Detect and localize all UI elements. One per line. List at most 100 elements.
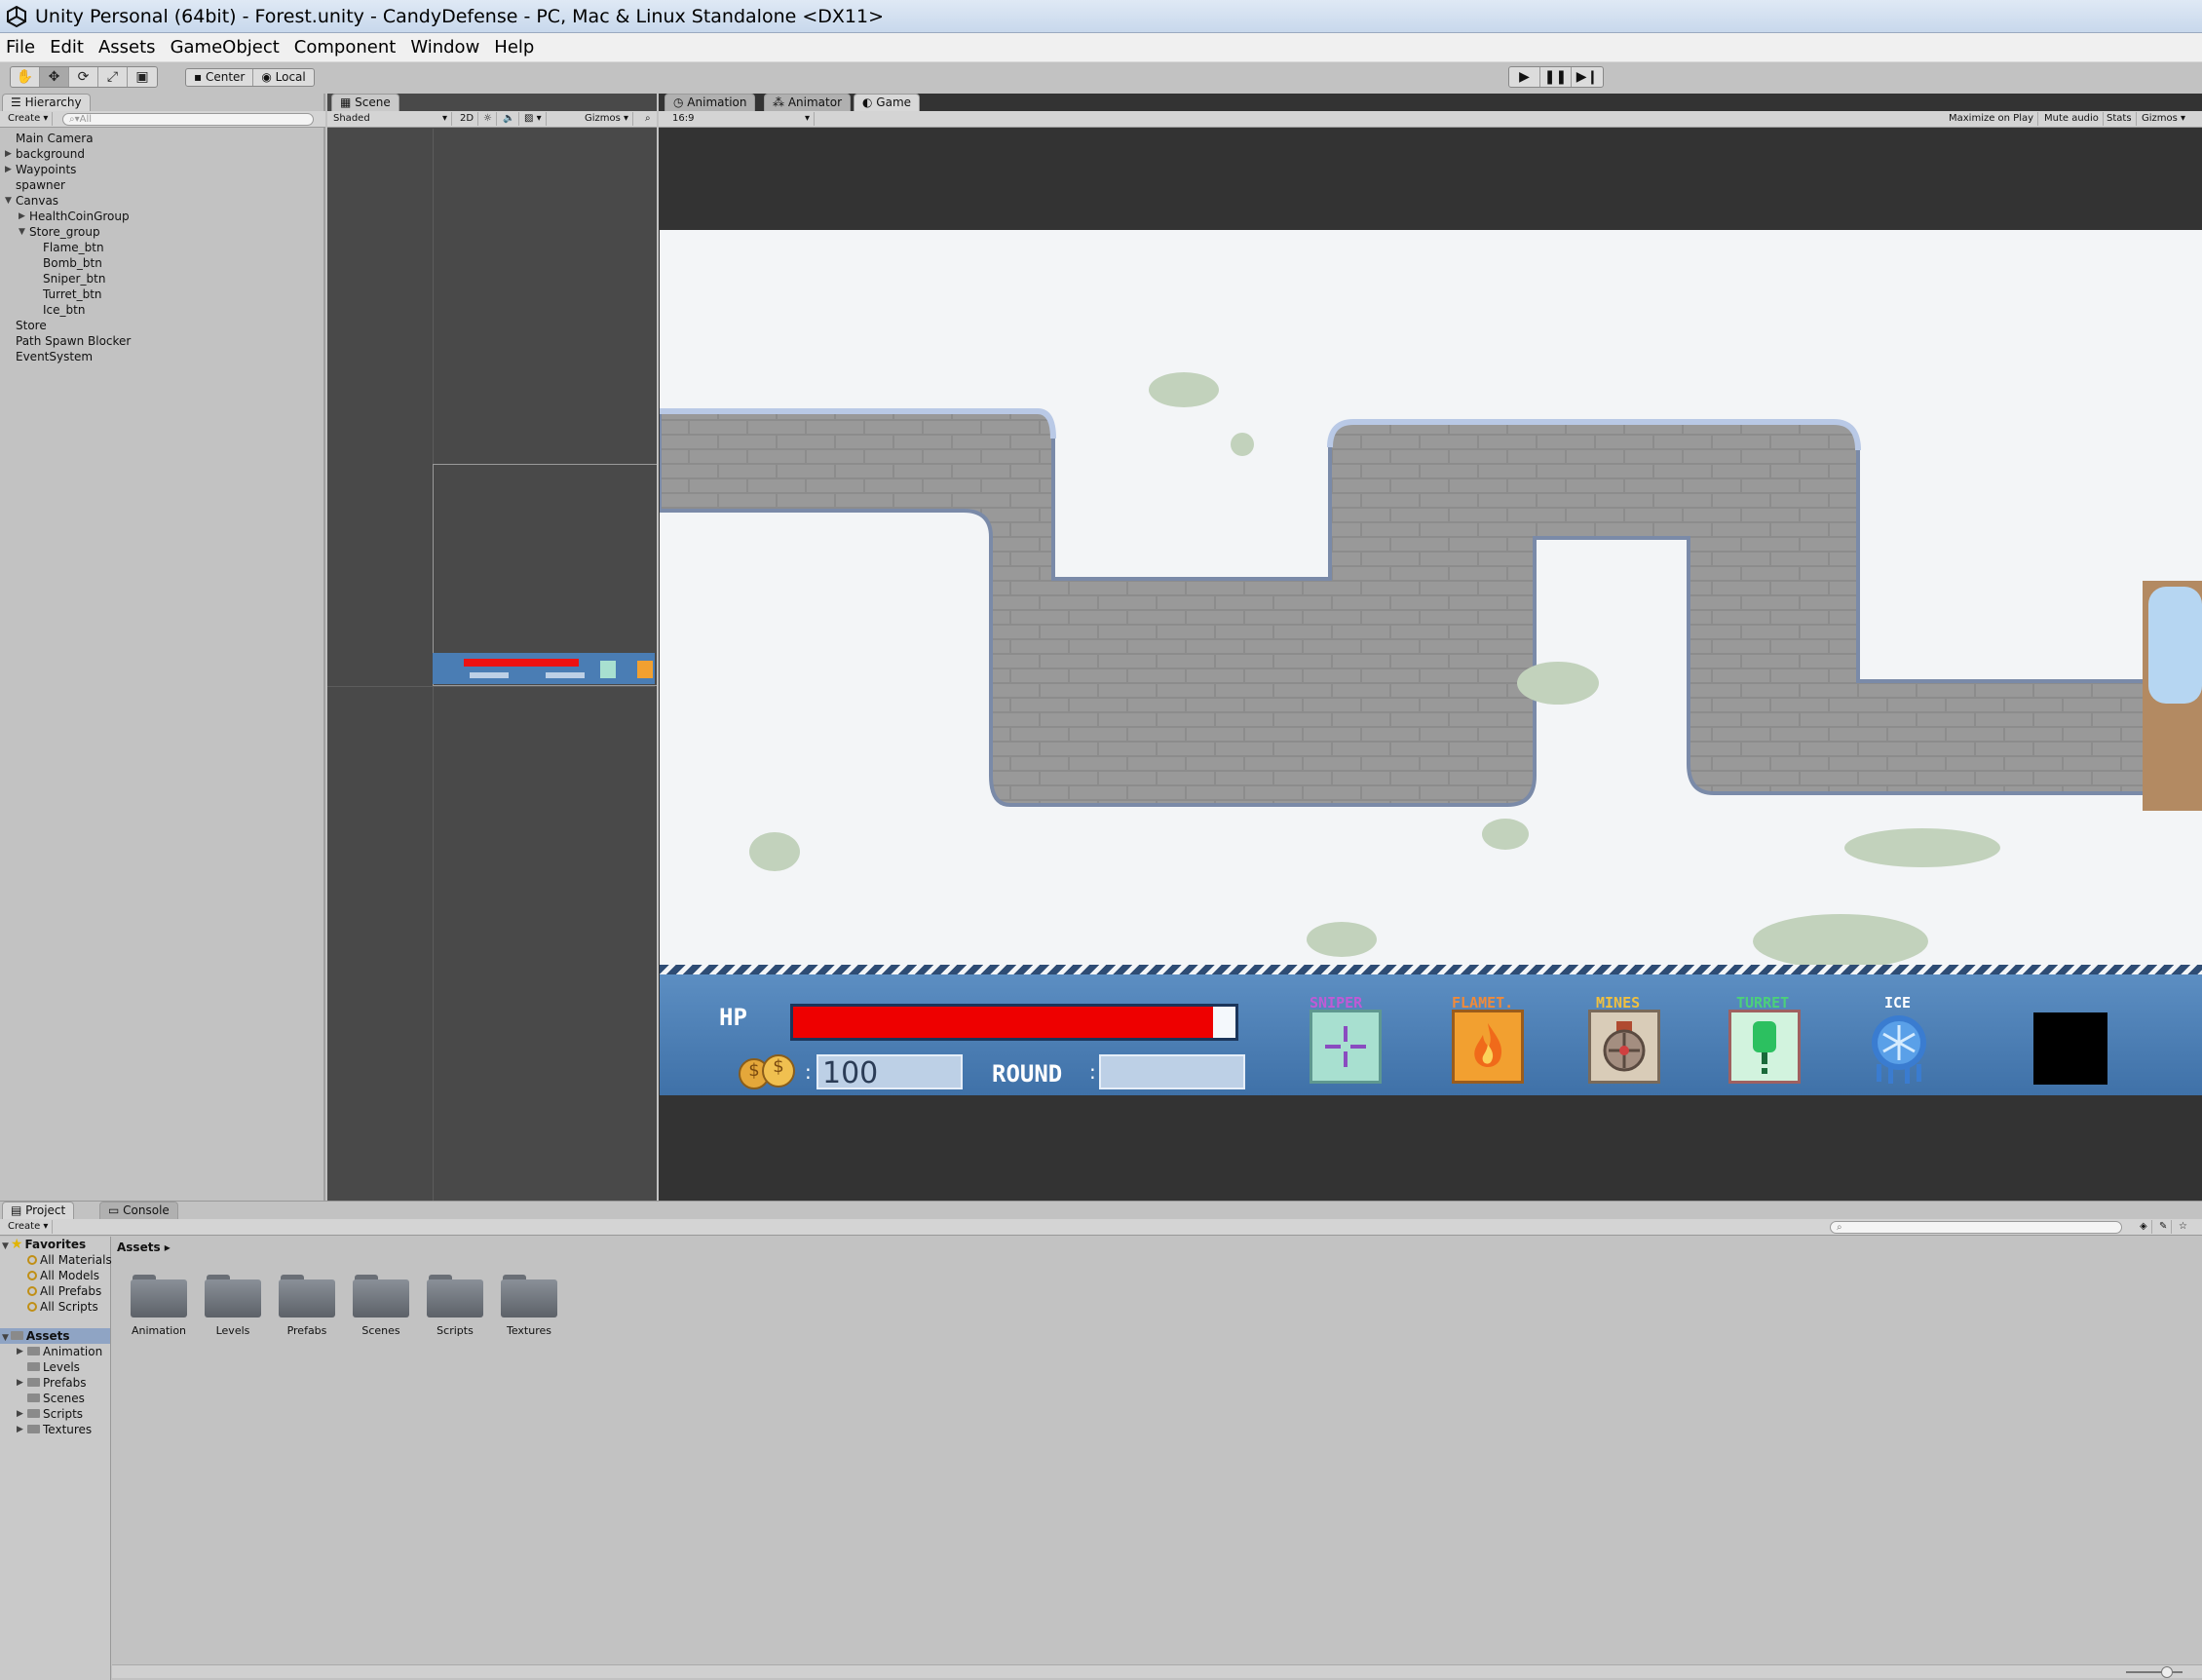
asset-folder-tile[interactable]: Levels — [204, 1275, 262, 1337]
mute-audio-button[interactable]: Mute audio — [2040, 112, 2104, 126]
folder-icon — [27, 1378, 40, 1387]
tab-animation[interactable]: ◷ Animation — [664, 94, 756, 111]
scene-canvas[interactable] — [327, 129, 657, 1201]
scene-gizmos-dropdown[interactable]: Gizmos ▾ — [581, 112, 634, 126]
asset-folder-tile[interactable]: Animation — [130, 1275, 188, 1337]
expand-right-icon[interactable]: ▶ — [5, 146, 12, 162]
tab-game[interactable]: ◐ Game — [854, 94, 921, 111]
menu-gameobject[interactable]: GameObject — [171, 37, 280, 57]
hierarchy-item[interactable]: ▶ Waypoints — [0, 162, 325, 177]
hierarchy-item[interactable]: ▶ background — [0, 146, 325, 162]
hierarchy-item[interactable]: Path Spawn Blocker — [0, 333, 325, 349]
zoom-slider[interactable] — [2126, 1671, 2183, 1673]
play-icon[interactable]: ▶ — [1509, 67, 1540, 87]
shading-mode-dropdown[interactable]: Shaded ▾ — [329, 112, 452, 126]
mines-shop-button[interactable] — [1588, 1010, 1660, 1084]
menu-component[interactable]: Component — [294, 37, 397, 57]
expand-right-icon[interactable]: ▶ — [5, 162, 12, 177]
asset-folder-tile[interactable]: Prefabs — [278, 1275, 336, 1337]
hierarchy-item[interactable]: Bomb_btn — [0, 255, 325, 271]
hierarchy-item[interactable]: EventSystem — [0, 349, 325, 364]
hierarchy-item[interactable]: Flame_btn — [0, 240, 325, 255]
tab-project[interactable]: ▤ Project — [2, 1202, 75, 1219]
favorites-header[interactable]: ▼ ★ Favorites — [0, 1237, 110, 1252]
hierarchy-item[interactable]: Turret_btn — [0, 286, 325, 302]
expand-down-icon[interactable]: ▼ — [19, 224, 25, 240]
asset-tree-item[interactable]: ▶ Scripts — [0, 1406, 110, 1422]
pivot-local-button[interactable]: ◉ Local — [253, 69, 313, 86]
menu-help[interactable]: Help — [494, 37, 534, 57]
menu-window[interactable]: Window — [410, 37, 479, 57]
favorite-item[interactable]: All Models — [0, 1268, 110, 1283]
filter-type-icon[interactable]: ◈ — [2136, 1220, 2152, 1234]
hierarchy-create-button[interactable]: Create ▾ — [4, 112, 54, 126]
expand-right-icon[interactable]: ▶ — [19, 209, 25, 224]
game-gizmos-dropdown[interactable]: Gizmos ▾ — [2138, 112, 2189, 126]
sniper-shop-button[interactable] — [1310, 1010, 1382, 1084]
flamet-shop-button[interactable] — [1452, 1010, 1524, 1084]
project-search-input[interactable]: ⌕ — [1830, 1221, 2122, 1234]
hierarchy-item[interactable]: ▼ Canvas — [0, 193, 325, 209]
assets-root[interactable]: ▼ Assets — [0, 1328, 110, 1344]
stats-button[interactable]: Stats — [2103, 112, 2137, 126]
toggle-2d-button[interactable]: 2D — [456, 112, 479, 126]
scene-search-icon[interactable]: ⌕ — [641, 112, 655, 126]
menu-file[interactable]: File — [6, 37, 35, 57]
expand-down-icon[interactable]: ▼ — [5, 193, 12, 209]
brick-path — [660, 409, 2202, 807]
move-tool-icon[interactable]: ✥ — [40, 67, 69, 87]
hierarchy-item[interactable]: Sniper_btn — [0, 271, 325, 286]
menu-assets[interactable]: Assets — [98, 37, 156, 57]
asset-tree-item[interactable]: ▶ Textures — [0, 1422, 110, 1437]
expand-right-icon[interactable]: ▶ — [17, 1406, 23, 1422]
project-create-button[interactable]: Create ▾ — [4, 1220, 54, 1234]
hierarchy-item[interactable]: spawner — [0, 177, 325, 193]
zoom-slider-thumb[interactable] — [2161, 1666, 2173, 1678]
turret-shop-button[interactable] — [1728, 1010, 1801, 1084]
hierarchy-item-label: Path Spawn Blocker — [16, 334, 132, 348]
hierarchy-item[interactable]: Main Camera — [0, 131, 325, 146]
asset-folder-tile[interactable]: Textures — [500, 1275, 558, 1337]
step-icon[interactable]: ▶❙ — [1572, 67, 1603, 87]
pause-icon[interactable]: ❚❚ — [1540, 67, 1572, 87]
hierarchy-item-label: Canvas — [16, 194, 59, 208]
scene-hud-mines-thumb — [637, 661, 653, 678]
maximize-on-play-button[interactable]: Maximize on Play — [1945, 112, 2039, 126]
rect-tool-icon[interactable]: ▣ — [128, 67, 157, 87]
rotate-tool-icon[interactable]: ⟳ — [69, 67, 98, 87]
favorite-item[interactable]: All Scripts — [0, 1299, 110, 1315]
menu-edit[interactable]: Edit — [50, 37, 84, 57]
pivot-center-button[interactable]: ▪ Center — [186, 69, 254, 86]
hierarchy-search-input[interactable]: ⌕▾All — [62, 113, 314, 126]
filter-label-icon[interactable]: ✎ — [2155, 1220, 2173, 1234]
hierarchy-item[interactable]: Store — [0, 318, 325, 333]
ice-shop-button[interactable] — [1863, 1010, 1935, 1084]
asset-folder-tile[interactable]: Scenes — [352, 1275, 410, 1337]
asset-tree-item[interactable]: ▶ Animation — [0, 1344, 110, 1359]
asset-folder-tile[interactable]: Scripts — [426, 1275, 484, 1337]
tab-animator[interactable]: ⁂ Animator — [764, 94, 851, 111]
scale-tool-icon[interactable]: ⤢ — [98, 67, 128, 87]
tab-scene[interactable]: ▦ Scene — [331, 94, 399, 111]
asset-tree-item[interactable]: Scenes — [0, 1391, 110, 1406]
expand-right-icon[interactable]: ▶ — [17, 1375, 23, 1391]
expand-right-icon[interactable]: ▶ — [17, 1344, 23, 1359]
audio-toggle-icon[interactable]: 🔈 — [499, 112, 520, 126]
favorite-item[interactable]: All Materials — [0, 1252, 112, 1268]
hand-tool-icon[interactable]: ✋ — [11, 67, 40, 87]
tab-hierarchy[interactable]: ☰ Hierarchy — [2, 94, 91, 111]
breadcrumb-assets[interactable]: Assets — [117, 1241, 161, 1254]
favorite-star-icon[interactable]: ☆ — [2175, 1220, 2191, 1234]
lighting-toggle-icon[interactable]: ☼ — [479, 112, 497, 126]
project-content-scrollbar[interactable] — [112, 1664, 2202, 1678]
hierarchy-item[interactable]: ▼ Store_group — [0, 224, 325, 240]
effects-toggle-icon[interactable]: ▨ ▾ — [520, 112, 547, 126]
hierarchy-item[interactable]: ▶ HealthCoinGroup — [0, 209, 325, 224]
asset-tree-item[interactable]: ▶ Prefabs — [0, 1375, 110, 1391]
asset-tree-item[interactable]: Levels — [0, 1359, 110, 1375]
favorite-item[interactable]: All Prefabs — [0, 1283, 110, 1299]
hierarchy-item[interactable]: Ice_btn — [0, 302, 325, 318]
expand-right-icon[interactable]: ▶ — [17, 1422, 23, 1437]
aspect-dropdown[interactable]: 16:9 ▾ — [668, 112, 815, 126]
tab-console[interactable]: ▭ Console — [99, 1202, 178, 1219]
